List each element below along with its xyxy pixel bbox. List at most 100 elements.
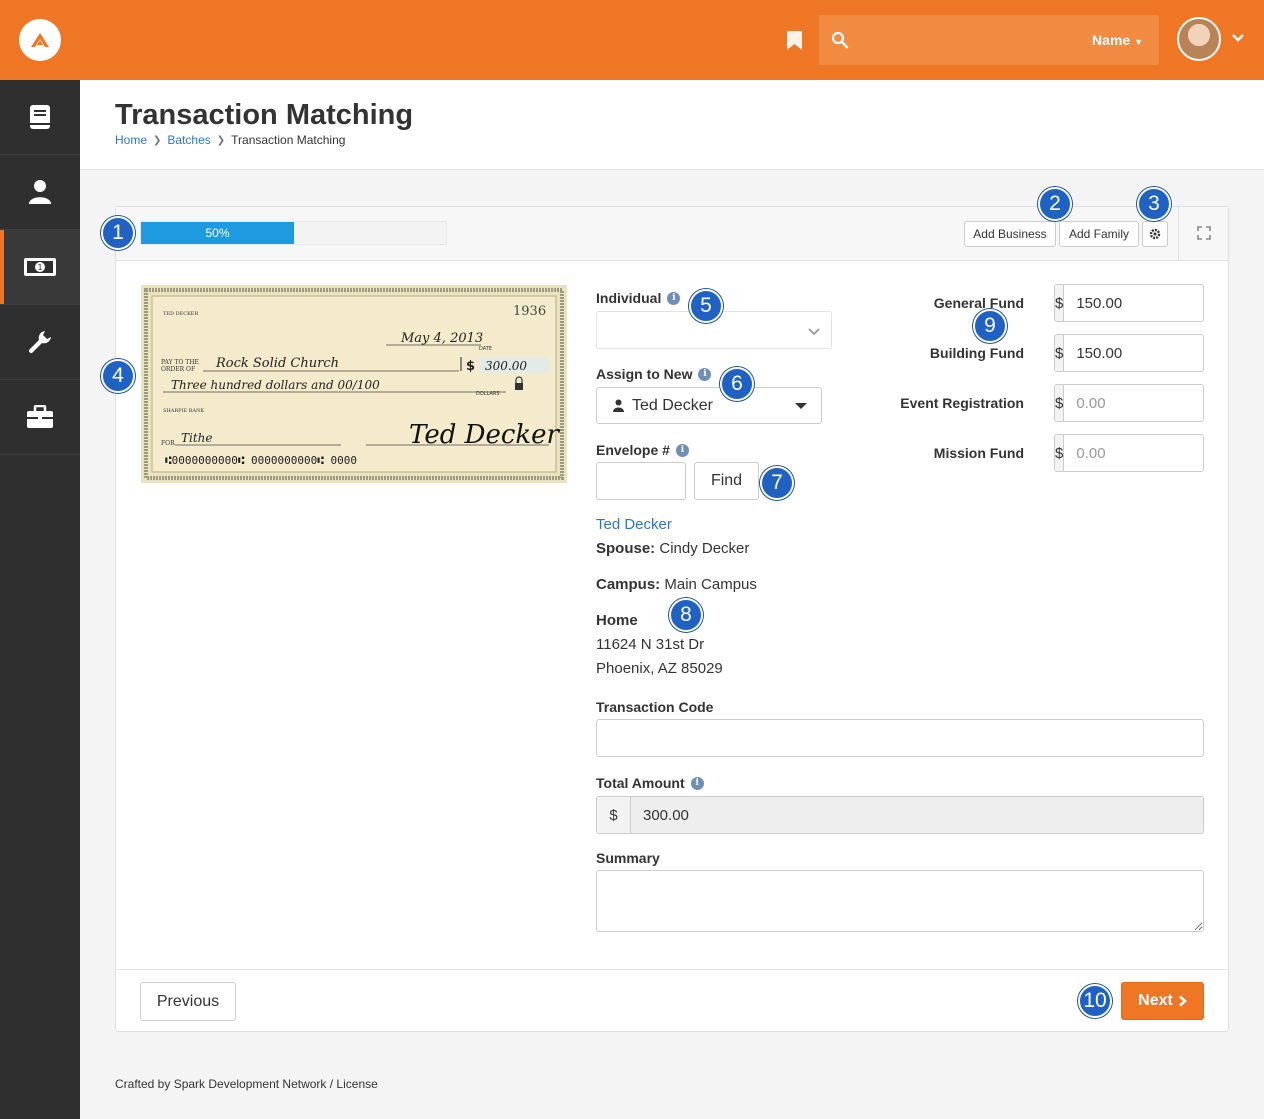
person-icon <box>29 180 51 204</box>
sidebar-item-content[interactable] <box>0 80 80 155</box>
breadcrumb-batches[interactable]: Batches <box>167 133 210 147</box>
settings-button[interactable] <box>1142 221 1168 247</box>
envelope-label-text: Envelope # <box>596 442 670 458</box>
callout-marker: 9 <box>973 309 1007 343</box>
callout-marker: 4 <box>101 359 135 393</box>
assign-label: Assign to New i <box>596 366 712 382</box>
add-family-button[interactable]: Add Family <box>1059 221 1139 247</box>
fullscreen-icon[interactable] <box>1197 226 1211 240</box>
sidebar-item-tools[interactable] <box>0 305 80 380</box>
assign-person-select[interactable]: Ted Decker <box>596 387 822 424</box>
fund-amount-building: $ <box>1054 334 1204 372</box>
sidebar-item-admin[interactable] <box>0 380 80 455</box>
total-amount-label-text: Total Amount <box>596 775 685 791</box>
check-amount: 300.00 <box>485 359 527 373</box>
info-icon[interactable]: i <box>690 776 704 790</box>
spouse-value: Cindy Decker <box>659 540 750 557</box>
user-avatar[interactable] <box>1177 17 1221 61</box>
person-link[interactable]: Ted Decker <box>596 516 672 533</box>
search-scope-label: Name <box>1092 32 1131 48</box>
chevron-right-icon <box>1178 995 1187 1007</box>
money-icon: 1 <box>24 258 56 276</box>
chevron-down-icon <box>808 328 820 336</box>
top-bar: Name ▼ <box>0 0 1264 80</box>
search-icon <box>831 31 849 49</box>
find-button[interactable]: Find <box>694 462 759 500</box>
check-date-label: DATE <box>479 346 492 352</box>
progress-fill: 50% <box>141 222 294 244</box>
total-amount-field: $ <box>596 796 1204 834</box>
callout-marker: 1 <box>101 216 135 250</box>
caret-down-icon: ▼ <box>1134 37 1143 47</box>
assign-label-text: Assign to New <box>596 366 693 382</box>
callout-marker: 6 <box>720 367 754 401</box>
svg-text:1: 1 <box>37 263 42 272</box>
envelope-label: Envelope # i <box>596 442 689 458</box>
search-scope-dropdown[interactable]: Name ▼ <box>1092 32 1143 48</box>
individual-label-text: Individual <box>596 290 662 306</box>
next-button[interactable]: Next <box>1121 982 1204 1020</box>
rock-logo-icon[interactable] <box>19 19 61 61</box>
panel-footer: Previous Next <box>116 969 1228 1031</box>
assign-person-value: Ted Decker <box>632 396 713 414</box>
info-icon[interactable]: i <box>698 367 712 381</box>
sidebar-item-finance[interactable]: 1 <box>0 230 80 305</box>
site-footer: Crafted by Spark Development Network / L… <box>115 1077 378 1091</box>
campus-label: Campus: <box>596 576 661 593</box>
check-number: 1936 <box>513 304 546 319</box>
sidebar: 1 <box>0 80 80 1119</box>
previous-button[interactable]: Previous <box>140 982 236 1021</box>
bookmark-icon[interactable] <box>786 30 803 51</box>
fund-amount-mission: $ <box>1054 434 1204 472</box>
spouse-row: Spouse: Cindy Decker <box>596 540 749 557</box>
caret-down-icon <box>795 403 807 409</box>
fund-label-mission: Mission Fund <box>933 445 1024 461</box>
callout-marker: 8 <box>669 598 703 632</box>
callout-marker: 2 <box>1038 187 1072 221</box>
fund-label-building: Building Fund <box>929 345 1024 361</box>
summary-textarea[interactable] <box>596 870 1204 932</box>
fund-input-building[interactable] <box>1064 335 1203 371</box>
sidebar-item-people[interactable] <box>0 155 80 230</box>
page-header: Transaction Matching Home ❯ Batches ❯ Tr… <box>80 80 1264 170</box>
check-written-amount: Three hundred dollars and 00/100 <box>171 378 380 392</box>
envelope-input[interactable] <box>596 462 686 500</box>
next-button-label: Next <box>1138 992 1173 1009</box>
book-icon <box>30 105 50 129</box>
fund-input-event[interactable] <box>1064 385 1203 421</box>
transaction-code-input[interactable] <box>596 719 1204 757</box>
check-date: May 4, 2013 <box>400 331 483 346</box>
svg-text:$: $ <box>466 359 475 374</box>
check-bank: SHARPIE BANK <box>163 408 204 414</box>
check-for-label: FOR <box>161 440 175 447</box>
campus-value: Main Campus <box>664 576 757 593</box>
fund-input-general[interactable] <box>1064 285 1203 321</box>
chevron-right-icon: ❯ <box>153 134 162 146</box>
fund-input-mission[interactable] <box>1064 435 1203 471</box>
check-memo: Tithe <box>181 431 213 445</box>
info-icon[interactable]: i <box>675 443 689 457</box>
spouse-label: Spouse: <box>596 540 656 557</box>
person-icon <box>613 399 624 412</box>
add-business-button[interactable]: Add Business <box>964 221 1056 247</box>
info-icon[interactable]: i <box>667 291 681 305</box>
wrench-icon <box>28 331 51 354</box>
breadcrumb-current: Transaction Matching <box>231 133 346 147</box>
search-input[interactable] <box>861 25 1091 55</box>
toolbar-divider <box>1178 207 1179 261</box>
breadcrumb-home[interactable]: Home <box>115 133 147 147</box>
address-line1: 11624 N 31st Dr <box>596 636 705 653</box>
currency-addon: $ <box>1055 335 1065 371</box>
check-micr: ⑆0000000000⑆ 0000000000⑆ 0000 <box>165 454 357 467</box>
fund-amount-general: $ <box>1054 284 1204 322</box>
chevron-down-icon[interactable] <box>1231 33 1245 43</box>
check-signature: Ted Decker <box>409 420 561 450</box>
address-line2: Phoenix, AZ 85029 <box>596 660 723 677</box>
currency-addon: $ <box>1055 285 1065 321</box>
currency-addon: $ <box>1055 435 1065 471</box>
page-title: Transaction Matching <box>115 99 414 131</box>
transaction-code-label: Transaction Code <box>596 699 714 715</box>
callout-marker: 7 <box>760 466 794 500</box>
campus-row: Campus: Main Campus <box>596 576 757 593</box>
currency-addon: $ <box>597 797 631 833</box>
